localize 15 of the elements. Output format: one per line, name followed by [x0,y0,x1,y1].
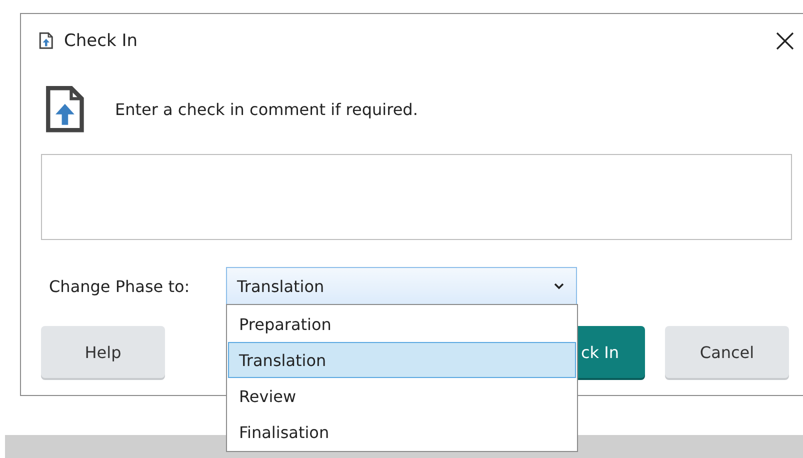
phase-dropdown[interactable]: Translation [226,267,577,305]
dropdown-option[interactable]: Translation [228,342,576,378]
dialog-button[interactable]: Help [41,326,165,378]
dropdown-option[interactable]: Review [228,378,576,414]
dialog-button[interactable]: Cancel [665,326,789,378]
chevron-down-icon [554,282,564,290]
close-icon [775,31,795,51]
instruction-text: Enter a check in comment if required. [115,100,418,118]
document-upload-icon [45,84,87,134]
dropdown-option[interactable]: Preparation [228,306,576,342]
comment-field[interactable] [41,154,792,240]
phase-label: Change Phase to: [49,276,191,296]
document-upload-icon [39,32,54,50]
dropdown-option[interactable]: Finalisation [228,414,576,450]
window-title: Check In [64,31,138,51]
